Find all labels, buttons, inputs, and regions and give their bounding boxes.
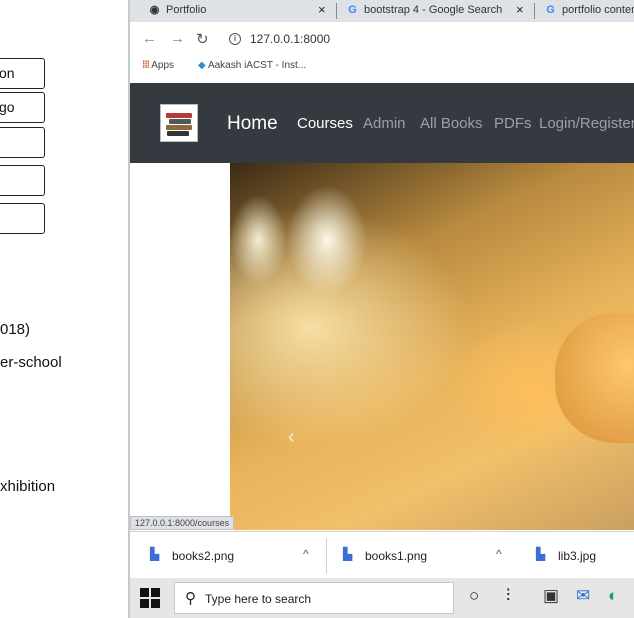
form-button[interactable]: on xyxy=(0,58,45,89)
google-icon: G xyxy=(546,4,555,16)
nav-link-login-register[interactable]: Login/Register xyxy=(539,115,634,132)
taskbar-search-box[interactable]: ⚲ Type here to search xyxy=(174,582,454,614)
close-icon[interactable]: × xyxy=(318,2,326,17)
tab-bootstrap-search[interactable]: Gbootstrap 4 - Google Search xyxy=(346,0,508,22)
tab-separator xyxy=(336,3,337,19)
download-item[interactable]: ▙ books2.png ^ xyxy=(130,532,326,578)
bookmark-apps[interactable]: ⁞⁞⁞ Apps xyxy=(142,60,174,71)
form-field[interactable] xyxy=(0,203,45,234)
form-field[interactable] xyxy=(0,127,45,158)
image-file-icon: ▙ xyxy=(343,547,353,561)
edge-icon[interactable]: ◐ xyxy=(608,586,618,606)
carousel-prev-icon[interactable]: ‹ xyxy=(288,426,295,449)
browser-toolbar: ← → ↻ i 127.0.0.1:8000 xyxy=(130,26,634,54)
nav-link-pdfs[interactable]: PDFs xyxy=(494,115,532,132)
download-filename: books1.png xyxy=(365,549,428,563)
task-view-icon[interactable]: ⫶ xyxy=(506,586,510,606)
download-filename: books2.png xyxy=(172,549,235,563)
github-icon: ◉ xyxy=(149,4,160,16)
books-logo-icon[interactable] xyxy=(160,104,198,142)
reload-icon[interactable]: ↻ xyxy=(196,30,209,48)
bookmark-label: Apps xyxy=(151,60,175,71)
logo-book xyxy=(169,119,191,124)
mail-icon[interactable]: ✉ xyxy=(576,586,590,606)
tab-title: Portfolio xyxy=(166,4,207,16)
logo-book xyxy=(167,131,189,136)
bookmark-label: Aakash iACST - Inst... xyxy=(207,60,307,71)
nav-link-all-books[interactable]: All Books xyxy=(420,115,483,132)
left-document-pane: on go 018) er-school xhibition xyxy=(0,0,128,618)
bookmark-aakash[interactable]: ◆ Aakash iACST - Inst... xyxy=(198,60,306,71)
document-text: xhibition xyxy=(0,478,56,495)
logo-book xyxy=(166,113,192,118)
address-bar[interactable]: 127.0.0.1:8000 xyxy=(250,32,330,46)
apps-icon: ⁞⁞⁞ xyxy=(142,60,150,71)
search-placeholder: Type here to search xyxy=(205,592,312,606)
document-text: 018) xyxy=(0,321,31,338)
google-icon: G xyxy=(348,4,357,16)
chevron-up-icon[interactable]: ^ xyxy=(496,547,502,561)
downloads-bar: ▙ books2.png ^ ▙ books1.png ^ ▙ lib3.jpg xyxy=(130,531,634,578)
download-item[interactable]: ▙ books1.png ^ xyxy=(327,532,523,578)
info-icon[interactable]: i xyxy=(229,33,241,45)
aakash-icon: ◆ xyxy=(198,60,206,71)
store-icon[interactable]: ▣ xyxy=(543,586,559,606)
tab-portfolio[interactable]: ◉ Portfolio xyxy=(148,0,318,22)
logo-book xyxy=(166,125,192,130)
image-file-icon: ▙ xyxy=(150,547,160,561)
download-filename: lib3.jpg xyxy=(558,549,597,563)
chevron-up-icon[interactable]: ^ xyxy=(303,547,309,561)
cortana-icon[interactable]: ○ xyxy=(469,586,479,606)
nav-link-courses[interactable]: Courses xyxy=(297,115,353,132)
carousel: ‹ xyxy=(130,163,634,530)
taskbar: ⚲ Type here to search ○ ⫶ ▣ ✉ ◐ xyxy=(130,578,634,618)
tab-strip: ◉ Portfolio × Gbootstrap 4 - Google Searc… xyxy=(130,0,634,22)
form-button[interactable]: go xyxy=(0,92,45,123)
browser-window: ◉ Portfolio × Gbootstrap 4 - Google Searc… xyxy=(130,0,634,578)
nav-home-link[interactable]: Home xyxy=(227,113,278,135)
carousel-image xyxy=(230,163,634,530)
tab-portfolio-content[interactable]: Gportfolio content xyxy=(544,0,634,22)
bookmarks-bar: ⁞⁞⁞ Apps ◆ Aakash iACST - Inst... xyxy=(130,57,634,79)
site-navbar: Home Courses Admin All Books PDFs Login/… xyxy=(130,83,634,163)
link-status-bubble: 127.0.0.1:8000/courses xyxy=(130,516,235,530)
close-icon[interactable]: × xyxy=(516,2,524,17)
forward-arrow-icon[interactable]: → xyxy=(170,30,185,47)
search-icon: ⚲ xyxy=(185,590,196,607)
back-arrow-icon[interactable]: ← xyxy=(142,30,157,47)
tab-separator xyxy=(534,3,535,19)
screen: on go 018) er-school xhibition ◉ Portfoli… xyxy=(0,0,634,618)
windows-start-icon[interactable] xyxy=(140,588,160,608)
web-page: Home Courses Admin All Books PDFs Login/… xyxy=(130,83,634,530)
form-field[interactable] xyxy=(0,165,45,196)
tab-title: bootstrap 4 - Google Search xyxy=(364,4,503,16)
document-text: er-school xyxy=(0,354,62,371)
download-item[interactable]: ▙ lib3.jpg xyxy=(523,532,634,578)
tab-title: portfolio content xyxy=(562,4,634,16)
heart-book-page xyxy=(555,313,634,443)
nav-link-admin[interactable]: Admin xyxy=(363,115,406,132)
image-file-icon: ▙ xyxy=(536,547,546,561)
